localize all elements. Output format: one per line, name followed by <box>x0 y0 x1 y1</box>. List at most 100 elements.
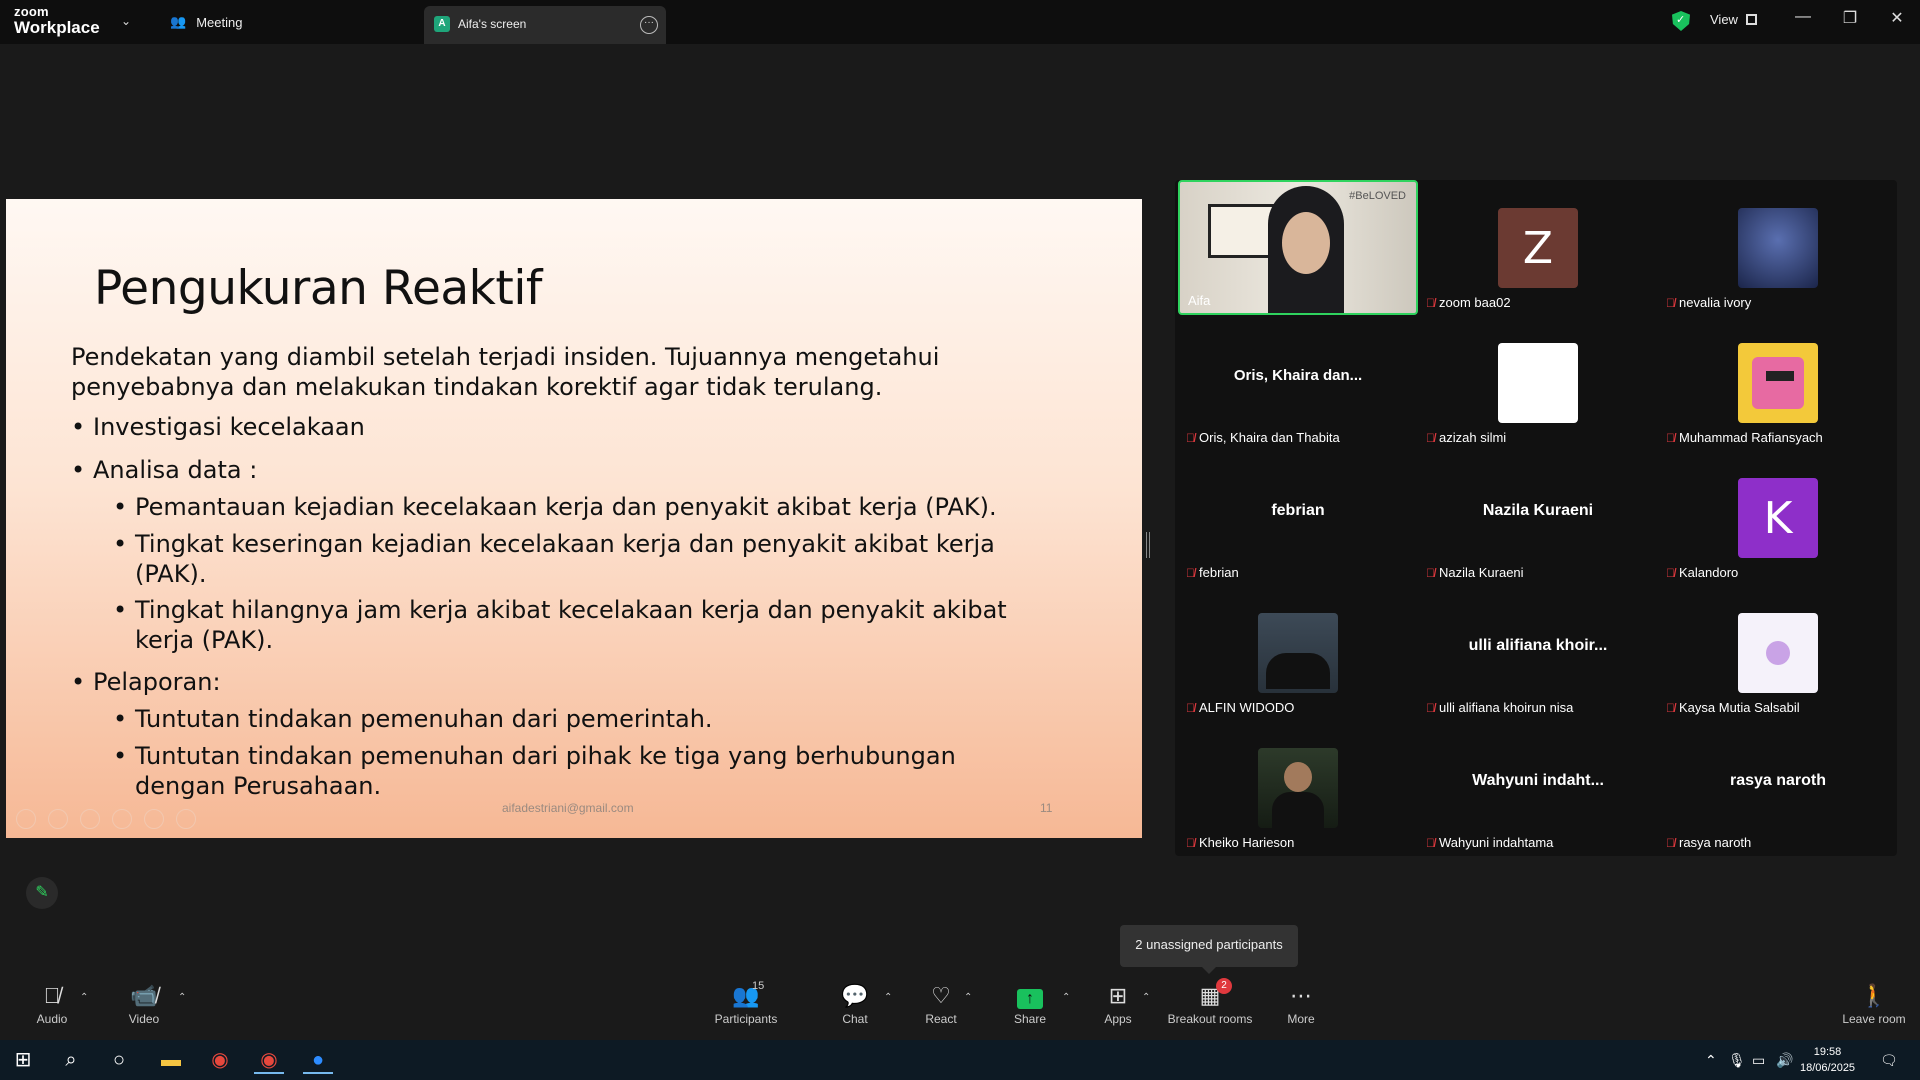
network-icon[interactable]: ▭ <box>1752 1052 1765 1069</box>
sub-bullet-continuation: kerja (PAK). <box>135 626 274 654</box>
share-button[interactable]: ↑ Share <box>998 982 1062 1026</box>
microphone-icon[interactable]: 🎙 <box>1728 1052 1746 1069</box>
more-button[interactable]: ⋯ More <box>1269 982 1333 1026</box>
participant-tile[interactable]: 🎙̸ azizah silmi <box>1418 315 1658 450</box>
participant-tile[interactable]: 🎙̸ Kaysa Mutia Salsabil <box>1658 585 1898 720</box>
bullet-item: • Investigasi kecelakaan <box>71 413 365 441</box>
participant-tile[interactable]: Z 🎙̸ zoom baa02 <box>1418 180 1658 315</box>
sub-bullet-continuation: dengan Perusahaan. <box>135 772 382 800</box>
participants-button[interactable]: 👥 15 Participants <box>714 980 778 1026</box>
zoom-icon[interactable] <box>144 809 164 829</box>
mic-muted-icon: 🎙̸ <box>1666 295 1675 310</box>
slides-icon[interactable] <box>112 809 132 829</box>
system-clock[interactable]: 19:58 18/06/2025 <box>1800 1044 1855 1076</box>
slide-intro: Pendekatan yang diambil setelah terjadi … <box>71 343 940 401</box>
avatar: K <box>1738 478 1818 558</box>
breakout-rooms-icon: ▦ <box>1199 983 1221 1008</box>
avatar <box>1258 748 1338 828</box>
mic-muted-icon: 🎙̸ <box>1426 430 1435 445</box>
grid-icon <box>1745 14 1757 25</box>
task-view-icon[interactable]: ○ <box>104 1046 134 1074</box>
breakout-badge: 2 <box>1216 978 1232 994</box>
video-button[interactable]: 📹̸ Video <box>112 982 176 1026</box>
person-face <box>1282 212 1330 274</box>
avatar: Z <box>1498 208 1578 288</box>
pen-icon[interactable] <box>80 809 100 829</box>
mic-muted-icon: 🎙̸ <box>1666 835 1675 850</box>
volume-icon[interactable]: 🔊 <box>1776 1052 1793 1069</box>
participant-tile[interactable]: K 🎙̸ Kalandoro <box>1658 450 1898 585</box>
bullet-item: • Analisa data : <box>71 456 258 484</box>
participant-tile[interactable]: ulli alifiana khoir... 🎙̸ ulli alifiana k… <box>1418 585 1658 720</box>
windows-taskbar: ⊞ ⌕ ○ ▬ ◉ ◉ ● ⌃ 🎙 ▭ 🔊 19:58 18/06/2025 🗨 <box>0 1040 1920 1080</box>
chrome-icon[interactable]: ◉ <box>254 1046 284 1074</box>
participant-tile[interactable]: 🎙̸ nevalia ivory <box>1658 180 1898 315</box>
mic-muted-icon: 🎙̸ <box>1426 835 1435 850</box>
video-overlay-text: #BeLOVED <box>1349 190 1406 202</box>
sharer-badge: A <box>434 16 450 32</box>
breakout-tooltip: 2 unassigned participants <box>1120 925 1298 974</box>
chevron-down-icon[interactable]: ⌄ <box>121 14 131 28</box>
participant-tile[interactable]: febrian 🎙̸ febrian <box>1178 450 1418 585</box>
meeting-toolbar: 🎙̸ Audio ⌃ 📹̸ Video ⌃ 👥 15 Participants … <box>0 978 1920 1038</box>
mic-muted-icon: 🎙̸ <box>1186 700 1195 715</box>
breakout-rooms-button[interactable]: ▦ 2 Breakout rooms <box>1160 978 1260 1026</box>
participant-tile[interactable]: rasya naroth 🎙̸ rasya naroth <box>1658 720 1898 855</box>
participant-tile[interactable]: Oris, Khaira dan... 🎙̸ Oris, Khaira dan T… <box>1178 315 1418 450</box>
annotate-pencil-icon[interactable]: ✎ <box>26 877 58 909</box>
mic-muted-icon: 🎙̸ <box>1666 430 1675 445</box>
file-explorer-icon[interactable]: ▬ <box>156 1046 186 1074</box>
minimize-icon[interactable]: — <box>1790 8 1816 26</box>
more-options-icon[interactable]: ··· <box>640 16 658 34</box>
audio-button[interactable]: 🎙̸ Audio <box>20 982 84 1026</box>
leave-icon: 🚶 <box>1860 983 1888 1008</box>
show-hidden-icons-chevron-icon[interactable]: ⌃ <box>1705 1052 1717 1069</box>
chat-options-chevron-icon[interactable]: ⌃ <box>884 992 892 1003</box>
search-icon[interactable]: ⌕ <box>56 1046 86 1074</box>
participant-tile[interactable]: 🎙̸ ALFIN WIDODO <box>1178 585 1418 720</box>
menu-icon[interactable] <box>176 809 196 829</box>
avatar <box>1258 613 1338 693</box>
notification-icon[interactable]: 🗨 <box>1880 1052 1898 1069</box>
close-icon[interactable]: ✕ <box>1884 8 1910 28</box>
sub-bullet-continuation: (PAK). <box>135 560 207 588</box>
share-screen-icon: ↑ <box>1017 989 1043 1009</box>
mic-muted-icon: 🎙̸ <box>1426 565 1435 580</box>
react-button[interactable]: ♡ React <box>909 982 973 1026</box>
more-icon: ⋯ <box>1290 983 1312 1008</box>
sub-bullet-item: • Pemantauan kejadian kecelakaan kerja da… <box>113 493 997 521</box>
participant-tile-aifa[interactable]: #BeLOVED Aifa <box>1178 180 1418 315</box>
zoom-logo: zoom Workplace <box>14 4 100 37</box>
prev-icon[interactable] <box>16 809 36 829</box>
sub-bullet-item: • Tuntutan tindakan pemenuhan dari pemeri… <box>113 705 713 733</box>
tab-shared-screen[interactable]: A Aifa's screen ··· <box>424 6 666 44</box>
audio-options-chevron-icon[interactable]: ⌃ <box>80 992 88 1003</box>
next-icon[interactable] <box>48 809 68 829</box>
chat-icon: 💬 <box>841 983 869 1008</box>
chat-button[interactable]: 💬 Chat <box>823 982 887 1026</box>
panel-resize-handle[interactable] <box>1146 532 1150 558</box>
participant-tile[interactable]: Nazila Kuraeni 🎙̸ Nazila Kuraeni <box>1418 450 1658 585</box>
participant-tile[interactable]: Wahyuni indaht... 🎙̸ Wahyuni indahtama <box>1418 720 1658 855</box>
react-options-chevron-icon[interactable]: ⌃ <box>964 992 972 1003</box>
share-options-chevron-icon[interactable]: ⌃ <box>1062 992 1070 1003</box>
mic-muted-icon: 🎙̸ <box>43 983 61 1008</box>
apps-button[interactable]: ⊞ Apps <box>1086 982 1150 1026</box>
zoom-app-icon[interactable]: ● <box>303 1046 333 1074</box>
apps-options-chevron-icon[interactable]: ⌃ <box>1142 992 1150 1003</box>
participant-tile[interactable]: 🎙̸ Muhammad Rafiansyach <box>1658 315 1898 450</box>
windows-start-icon[interactable]: ⊞ <box>8 1046 38 1074</box>
tab-meeting[interactable]: 👥 Meeting <box>170 10 242 34</box>
restore-icon[interactable]: ❐ <box>1837 8 1863 28</box>
leave-room-button[interactable]: 🚶 Leave room <box>1834 982 1914 1026</box>
bullet-item: • Pelaporan: <box>71 668 221 696</box>
slide-toolbar <box>16 809 196 829</box>
flower-icon <box>1766 641 1790 665</box>
sub-bullet-item: • Tingkat hilangnya jam kerja akibat kece… <box>113 596 1007 624</box>
participant-gallery: #BeLOVED Aifa Z 🎙̸ zoom baa02 🎙̸ nevalia i… <box>1175 180 1897 856</box>
participant-tile[interactable]: 🎙̸ Kheiko Harieson <box>1178 720 1418 855</box>
view-button[interactable]: View <box>1710 12 1757 27</box>
video-options-chevron-icon[interactable]: ⌃ <box>178 992 186 1003</box>
chrome-icon[interactable]: ◉ <box>205 1046 235 1074</box>
mic-muted-icon: 🎙̸ <box>1186 835 1195 850</box>
